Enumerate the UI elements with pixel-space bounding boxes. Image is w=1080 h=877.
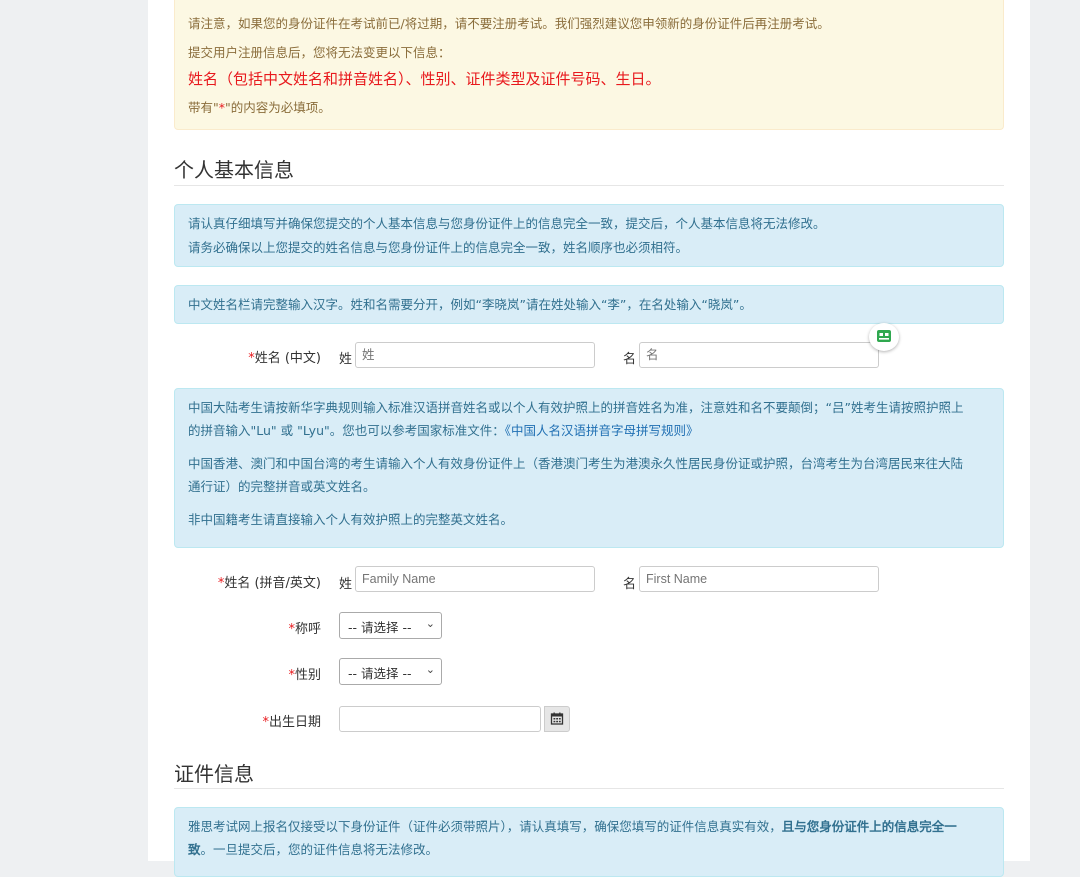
en-last-name-label: 姓 [339, 577, 353, 592]
gender-select[interactable]: -- 请选择 -- ⌄ [339, 658, 442, 685]
chevron-down-icon: ⌄ [425, 663, 435, 676]
en-first-name-label: 名 [623, 577, 637, 592]
registration-page: 请注意，如果您的身份证件在考试前已/将过期，请不要注册考试。我们强烈建议您申领新… [148, 0, 1030, 877]
notice-line-1: 请注意，如果您的身份证件在考试前已/将过期，请不要注册考试。我们强烈建议您申领新… [188, 16, 830, 31]
info-chinese-name-text: 中文姓名栏请完整输入汉字。姓和名需要分开，例如“李晓岚”请在姓处输入“李”，在名… [188, 297, 752, 312]
info-pinyin-para-1: 中国大陆考生请按新华字典规则输入标准汉语拼音姓名或以个人有效护照上的拼音姓名为准… [188, 400, 964, 438]
cn-first-name-input[interactable] [639, 342, 879, 368]
warning-notice: 请注意，如果您的身份证件在考试前已/将过期，请不要注册考试。我们强烈建议您申领新… [174, 0, 1004, 130]
dob-input[interactable] [339, 706, 541, 732]
title-label: *称呼 [288, 622, 321, 637]
robot-icon[interactable] [869, 323, 899, 351]
section-title-basic-info: 个人基本信息 [174, 154, 1004, 186]
cn-last-name-input[interactable] [355, 342, 595, 368]
dob-label: *出生日期 [262, 715, 321, 730]
cn-name-label: *姓名 (中文) [248, 351, 321, 366]
info-pinyin-para-3: 非中国籍考生请直接输入个人有效护照上的完整英文姓名。 [188, 512, 514, 527]
info-id-text: 雅思考试网上报名仅接受以下身份证件（证件必须带照片），请认真填写，确保您填写的证… [188, 819, 957, 857]
calendar-icon [550, 712, 564, 725]
info-box-id: 雅思考试网上报名仅接受以下身份证件（证件必须带照片），请认真填写，确保您填写的证… [174, 807, 1004, 877]
chevron-down-icon: ⌄ [425, 617, 435, 630]
notice-line-4: 带有"*"的内容为必填项。 [188, 100, 331, 115]
cn-last-name-label: 姓 [339, 352, 353, 367]
info-box-chinese-name: 中文姓名栏请完整输入汉字。姓和名需要分开，例如“李晓岚”请在姓处输入“李”，在名… [174, 285, 1004, 324]
gender-label: *性别 [288, 668, 321, 683]
section-title-id-info: 证件信息 [174, 758, 1004, 789]
pinyin-rules-link[interactable]: 《中国人名汉语拼音字母拼写规则》 [505, 423, 699, 438]
notice-line-3: 姓名（包括中文姓名和拼音姓名）、性别、证件类型及证件号码、生日。 [188, 70, 661, 88]
family-name-input[interactable] [355, 566, 595, 592]
notice-line-2: 提交用户注册信息后，您将无法变更以下信息： [188, 45, 451, 60]
en-name-label: *姓名 (拼音/英文) [217, 576, 321, 591]
info-basic-line-1: 请认真仔细填写并确保您提交的个人基本信息与您身份证件上的信息完全一致，提交后，个… [188, 216, 826, 231]
info-box-pinyin-name: 中国大陆考生请按新华字典规则输入标准汉语拼音姓名或以个人有效护照上的拼音姓名为准… [174, 388, 1004, 548]
info-box-basic: 请认真仔细填写并确保您提交的个人基本信息与您身份证件上的信息完全一致，提交后，个… [174, 204, 1004, 267]
info-pinyin-para-2: 中国香港、澳门和中国台湾的考生请输入个人有效身份证件上（香港澳门考生为港澳永久性… [188, 456, 964, 494]
calendar-button[interactable] [544, 706, 570, 732]
title-select[interactable]: -- 请选择 -- ⌄ [339, 612, 442, 639]
first-name-input[interactable] [639, 566, 879, 592]
info-basic-line-2: 请务必确保以上您提交的姓名信息与您身份证件上的信息完全一致，姓名顺序也必须相符。 [188, 240, 689, 255]
cn-first-name-label: 名 [623, 352, 637, 367]
